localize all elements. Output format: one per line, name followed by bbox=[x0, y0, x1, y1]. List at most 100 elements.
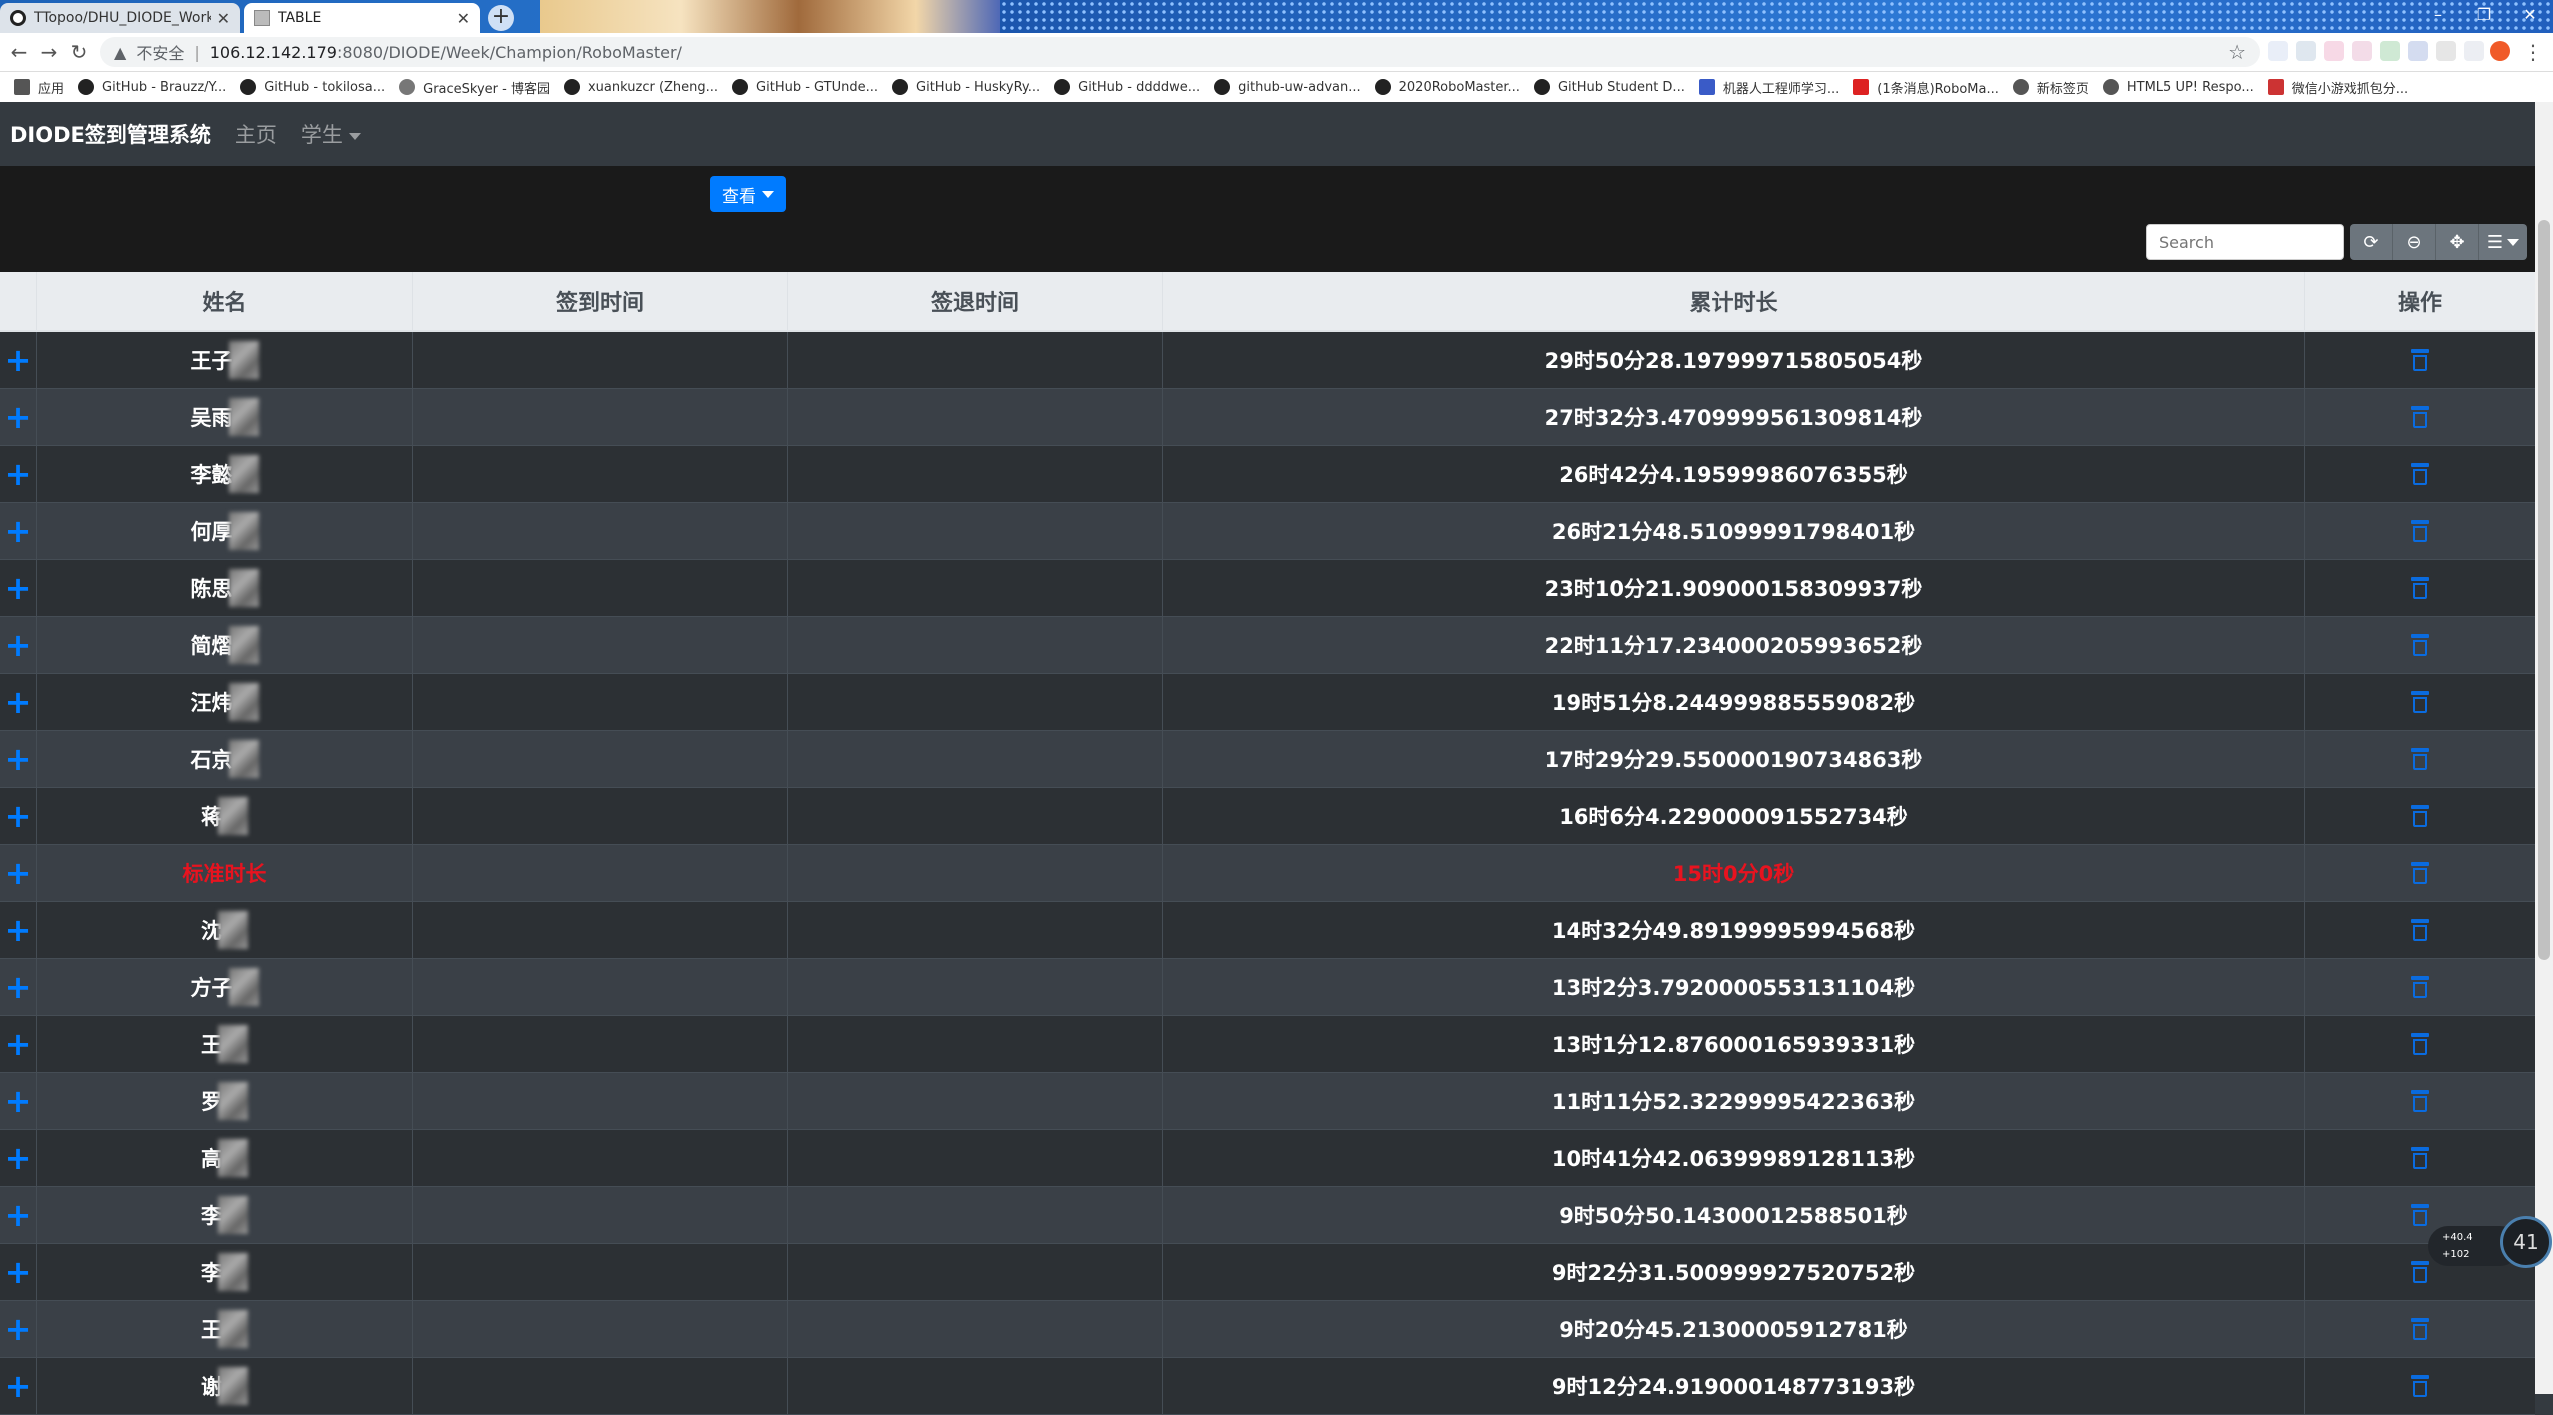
trash-icon[interactable] bbox=[2411, 691, 2429, 713]
tab-table[interactable]: TABLE ✕ bbox=[244, 3, 480, 33]
plus-icon[interactable]: + bbox=[5, 401, 32, 433]
page-icon bbox=[254, 10, 270, 26]
trash-icon[interactable] bbox=[2411, 1204, 2429, 1226]
trash-icon[interactable] bbox=[2411, 1147, 2429, 1169]
reload-icon[interactable]: ↻ bbox=[66, 39, 92, 65]
scrollbar-thumb[interactable] bbox=[2538, 220, 2550, 960]
trash-icon[interactable] bbox=[2411, 976, 2429, 998]
trash-icon[interactable] bbox=[2411, 520, 2429, 542]
trash-lid bbox=[2411, 862, 2429, 866]
plus-icon[interactable]: + bbox=[5, 1313, 32, 1345]
apps-grid-icon bbox=[14, 79, 30, 95]
refresh-button[interactable]: ⟳ bbox=[2350, 224, 2393, 260]
checkin-cell bbox=[413, 389, 788, 445]
plus-icon[interactable]: + bbox=[5, 1370, 32, 1402]
plus-icon[interactable]: + bbox=[5, 629, 32, 661]
trash-icon[interactable] bbox=[2411, 748, 2429, 770]
bookmark-item[interactable]: HTML5 UP! Respo... bbox=[2102, 79, 2254, 95]
trash-icon[interactable] bbox=[2411, 919, 2429, 941]
plus-icon[interactable]: + bbox=[5, 800, 32, 832]
extension-icon[interactable] bbox=[2324, 41, 2344, 61]
close-window-icon[interactable]: ✕ bbox=[2507, 0, 2553, 33]
plus-icon[interactable]: + bbox=[5, 458, 32, 490]
extension-icon[interactable] bbox=[2380, 41, 2400, 61]
bookmark-item[interactable]: 微信小游戏抓包分... bbox=[2267, 78, 2408, 97]
checkout-cell bbox=[788, 674, 1163, 730]
bookmark-item[interactable]: 2020RoboMaster... bbox=[1374, 79, 1520, 95]
trash-icon[interactable] bbox=[2411, 805, 2429, 827]
forward-icon[interactable]: → bbox=[36, 39, 62, 65]
trash-icon[interactable] bbox=[2411, 1318, 2429, 1340]
close-icon[interactable]: ✕ bbox=[217, 9, 230, 28]
plus-icon[interactable]: + bbox=[5, 572, 32, 604]
nav-students-dropdown[interactable]: 学生 bbox=[301, 119, 361, 149]
bookmark-item[interactable]: GitHub - Brauzz/Y... bbox=[78, 79, 226, 95]
menu-icon[interactable]: ⋮ bbox=[2520, 39, 2546, 65]
plus-icon[interactable]: + bbox=[5, 914, 32, 946]
extension-icon[interactable] bbox=[2296, 41, 2316, 61]
bookmark-item[interactable]: (1条消息)RoboMa... bbox=[1853, 78, 1999, 97]
header-checkin[interactable]: 签到时间 bbox=[413, 272, 788, 330]
plus-icon[interactable]: + bbox=[5, 1256, 32, 1288]
bookmark-item[interactable]: GitHub - GTUnde... bbox=[732, 79, 878, 95]
bookmark-item[interactable]: GitHub - ddddwe... bbox=[1054, 79, 1200, 95]
bookmark-star-icon[interactable]: ☆ bbox=[2228, 40, 2246, 64]
plus-icon[interactable]: + bbox=[5, 743, 32, 775]
toggle-button[interactable]: ⊖ bbox=[2393, 224, 2436, 260]
extension-icon[interactable] bbox=[2352, 41, 2372, 61]
redaction-blur bbox=[218, 1082, 248, 1120]
tab-github[interactable]: TTopoo/DHU_DIODE_Workin ✕ bbox=[0, 3, 240, 33]
plus-icon[interactable]: + bbox=[5, 857, 32, 889]
search-input[interactable] bbox=[2146, 224, 2344, 260]
plus-icon[interactable]: + bbox=[5, 1085, 32, 1117]
trash-icon[interactable] bbox=[2411, 1033, 2429, 1055]
plus-icon[interactable]: + bbox=[5, 1199, 32, 1231]
view-dropdown-button[interactable]: 查看 bbox=[710, 176, 786, 212]
trash-icon[interactable] bbox=[2411, 349, 2429, 371]
new-tab-button[interactable]: + bbox=[488, 5, 514, 31]
brand-title[interactable]: DIODE签到管理系统 bbox=[10, 119, 211, 149]
plus-icon[interactable]: + bbox=[5, 686, 32, 718]
bookmark-item[interactable]: 新标签页 bbox=[2012, 78, 2089, 97]
trash-icon[interactable] bbox=[2411, 1261, 2429, 1283]
header-name[interactable]: 姓名 bbox=[37, 272, 413, 330]
trash-icon[interactable] bbox=[2411, 577, 2429, 599]
bookmark-item[interactable]: github-uw-advan... bbox=[1214, 79, 1361, 95]
bookmark-item[interactable]: GraceSkyer - 博客园 bbox=[399, 78, 550, 97]
trash-icon[interactable] bbox=[2411, 406, 2429, 428]
close-icon[interactable]: ✕ bbox=[457, 9, 470, 28]
address-bar[interactable]: ▲ 不安全 | 106.12.142.179 :8080/DIODE/Week/… bbox=[100, 37, 2260, 67]
minimize-icon[interactable]: – bbox=[2415, 0, 2461, 33]
media-icon[interactable] bbox=[2436, 41, 2456, 61]
columns-dropdown-button[interactable]: ☰ bbox=[2479, 224, 2527, 260]
header-checkout[interactable]: 签退时间 bbox=[788, 272, 1163, 330]
bookmark-item[interactable]: xuankuzcr (Zheng... bbox=[563, 79, 718, 95]
bookmark-item[interactable]: GitHub - HuskyRy... bbox=[892, 79, 1040, 95]
bookmark-item[interactable]: GitHub Student D... bbox=[1533, 79, 1685, 95]
trash-icon[interactable] bbox=[2411, 634, 2429, 656]
page-scrollbar[interactable] bbox=[2535, 102, 2553, 1394]
profile-avatar[interactable] bbox=[2490, 41, 2510, 61]
header-total[interactable]: 累计时长 bbox=[1163, 272, 2305, 330]
back-icon[interactable]: ← bbox=[6, 39, 32, 65]
fullscreen-button[interactable]: ✥ bbox=[2436, 224, 2479, 260]
bookmark-item[interactable]: GitHub - tokilosa... bbox=[240, 79, 385, 95]
plus-icon[interactable]: + bbox=[5, 1028, 32, 1060]
bookmark-apps[interactable]: 应用 bbox=[14, 78, 64, 97]
nav-home[interactable]: 主页 bbox=[235, 119, 277, 149]
puzzle-icon[interactable] bbox=[2408, 41, 2428, 61]
plus-icon[interactable]: + bbox=[5, 515, 32, 547]
trash-icon[interactable] bbox=[2411, 862, 2429, 884]
bookmark-item[interactable]: 机器人工程师学习... bbox=[1698, 78, 1839, 97]
expand-cell: + bbox=[0, 1244, 37, 1300]
trash-icon[interactable] bbox=[2411, 463, 2429, 485]
extension-icon[interactable] bbox=[2464, 41, 2484, 61]
trash-icon[interactable] bbox=[2411, 1090, 2429, 1112]
plus-icon[interactable]: + bbox=[5, 1142, 32, 1174]
plus-icon[interactable]: + bbox=[5, 344, 32, 376]
extension-icon[interactable] bbox=[2268, 41, 2288, 61]
bookmark-label: (1条消息)RoboMa... bbox=[1877, 81, 1999, 97]
network-speed-widget[interactable]: +40.4 +102 41 bbox=[2428, 1216, 2552, 1272]
plus-icon[interactable]: + bbox=[5, 971, 32, 1003]
maximize-icon[interactable]: ❐ bbox=[2461, 0, 2507, 33]
